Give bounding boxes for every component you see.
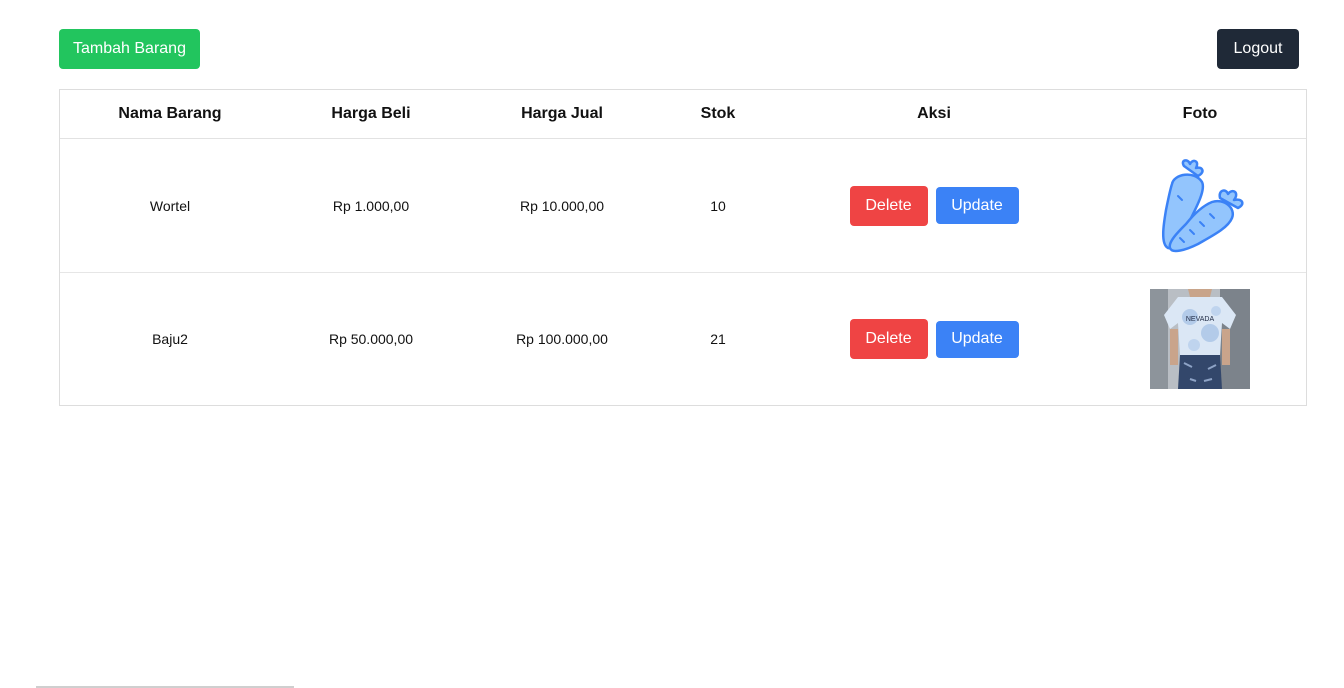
item-sell-price: Rp 100.000,00 — [516, 331, 608, 347]
header-harga-jual: Harga Jual — [521, 105, 603, 122]
table-row: Baju2 Rp 50.000,00 Rp 100.000,00 21 Dele… — [60, 273, 1306, 405]
update-button[interactable]: Update — [935, 320, 1019, 358]
item-buy-price: Rp 50.000,00 — [328, 331, 414, 347]
header-nama-barang: Nama Barang — [118, 105, 222, 122]
shirt-photo-illustration: NEVADA — [1150, 289, 1250, 389]
header-aksi: Aksi — [917, 105, 951, 122]
header-harga-beli: Harga Beli — [331, 105, 411, 122]
logout-button[interactable]: Logout — [1217, 29, 1299, 69]
item-sell-price: Rp 10.000,00 — [519, 197, 605, 214]
page: Tambah Barang Logout Nama Barang Harga B… — [0, 0, 1344, 688]
table-row: Wortel Rp 1.000,00 Rp 10.000,00 10 Delet… — [60, 139, 1306, 273]
item-stock: 10 — [710, 197, 726, 214]
carrot-icon — [1162, 158, 1244, 252]
header-foto: Foto — [1182, 105, 1218, 122]
item-name: Wortel — [149, 197, 191, 214]
table-header-row: Nama Barang Harga Beli Harga Jual Stok A… — [60, 90, 1306, 139]
item-buy-price: Rp 1.000,00 — [332, 197, 410, 214]
product-table: Nama Barang Harga Beli Harga Jual Stok A… — [59, 89, 1307, 406]
item-actions: Delete Update — [774, 139, 1094, 272]
item-actions: Delete Update — [774, 273, 1094, 405]
item-stock: 21 — [710, 331, 726, 347]
delete-button[interactable]: Delete — [849, 185, 928, 226]
item-photo — [1094, 139, 1306, 272]
item-name: Baju2 — [152, 331, 188, 347]
delete-button[interactable]: Delete — [849, 319, 928, 359]
shirt-print-text: NEVADA — [1186, 316, 1215, 323]
tambah-barang-button[interactable]: Tambah Barang — [59, 29, 200, 69]
header-stok: Stok — [700, 105, 736, 122]
update-button[interactable]: Update — [935, 187, 1019, 224]
shirt-photo: NEVADA — [1150, 289, 1250, 389]
item-photo: NEVADA — [1094, 273, 1306, 405]
